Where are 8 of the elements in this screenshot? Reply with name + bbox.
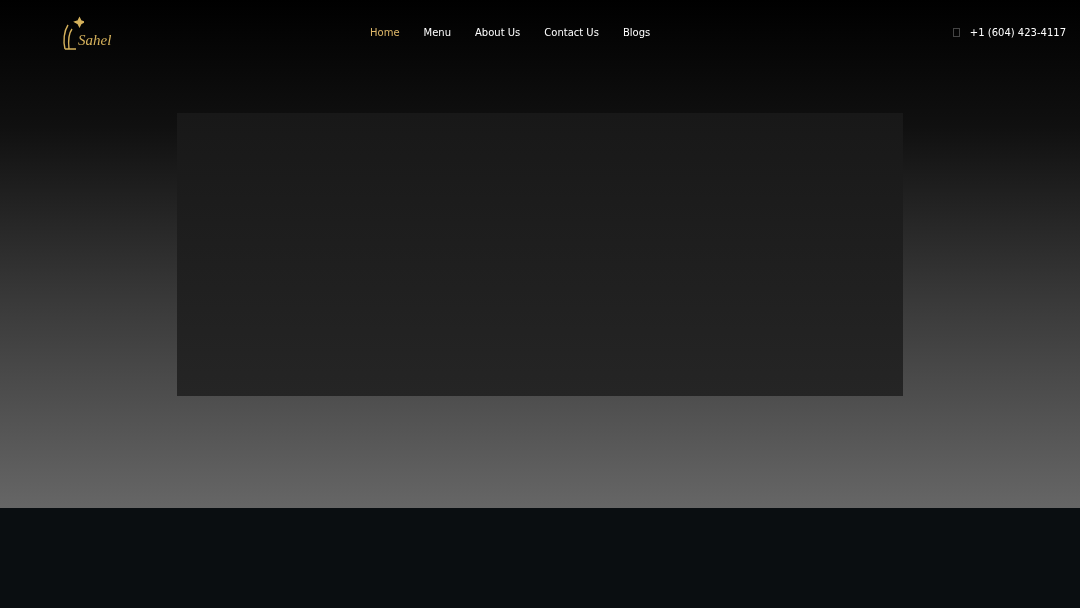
phone-link[interactable]: +1 (604) 423-4117 [969,27,1066,38]
phone-icon [952,28,960,37]
nav-link[interactable]: About Us [475,27,521,38]
nav-link[interactable]: Blogs [622,27,651,38]
logo-text: Sahel [78,31,112,49]
nav-link[interactable]: Menu [423,27,451,38]
nav-link[interactable]: Home [370,27,400,38]
nav-link[interactable]: Contact Us [544,27,599,38]
